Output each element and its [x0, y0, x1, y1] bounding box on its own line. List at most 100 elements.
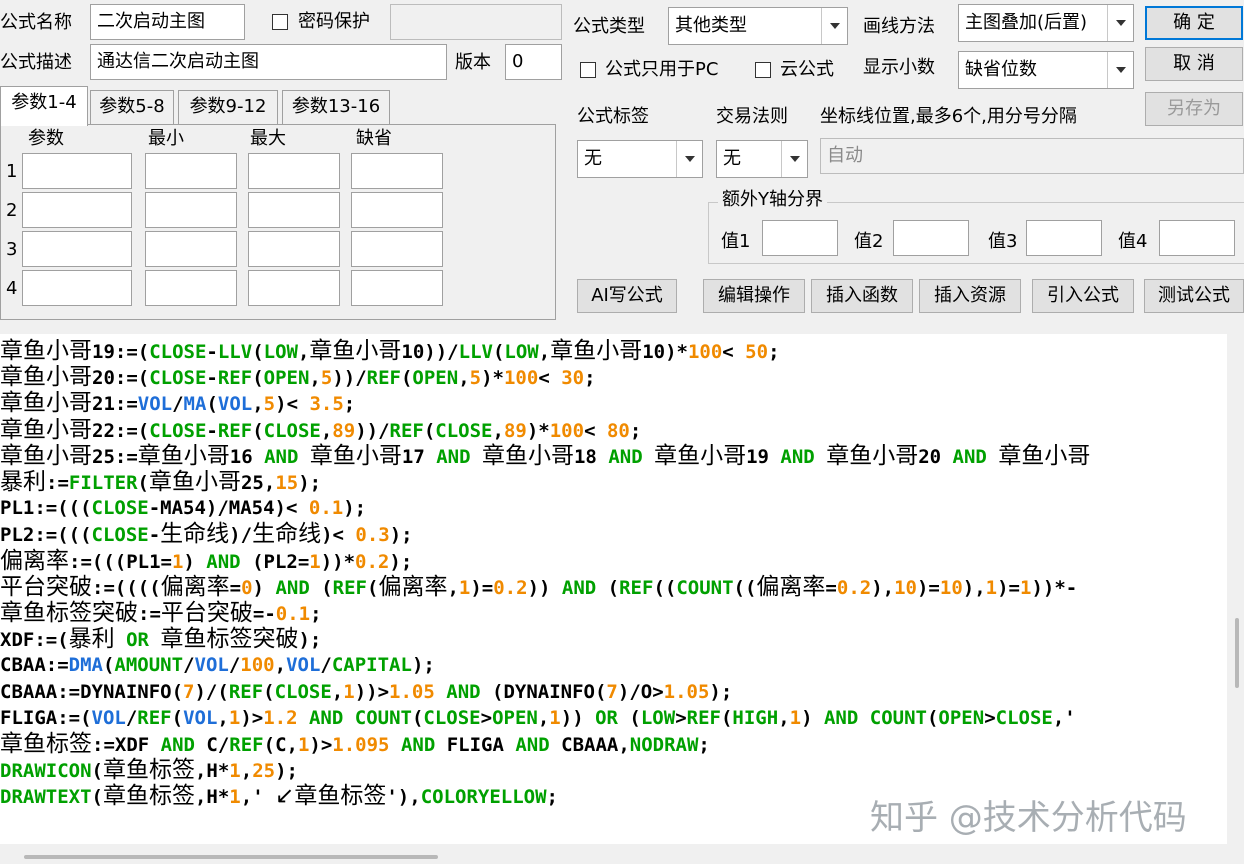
code-line[interactable]: 章鱼小哥22:=(CLOSE-REF(CLOSE,89))/REF(CLOSE,…: [0, 417, 641, 444]
draw-method-select[interactable]: 主图叠加(后置): [958, 4, 1134, 42]
param4-max-input[interactable]: [248, 270, 340, 306]
password-checkbox[interactable]: [272, 14, 288, 30]
y-value4-label: 值4: [1118, 231, 1148, 252]
horizontal-scrollbar-thumb[interactable]: [24, 855, 438, 859]
code-token: OPEN: [412, 367, 459, 390]
vertical-scrollbar[interactable]: [1227, 334, 1244, 844]
import-formula-button[interactable]: 引入公式: [1032, 279, 1134, 313]
code-token: 10: [894, 576, 917, 599]
code-token: COUNT: [676, 576, 734, 599]
param4-min-input[interactable]: [145, 270, 237, 306]
code-editor[interactable]: 章鱼小哥19:=(CLOSE-LLV(LOW,章鱼小哥10))/LLV(LOW,…: [0, 334, 1227, 844]
code-line[interactable]: 章鱼小哥21:=VOL/MA(VOL,5)< 3.5;: [0, 390, 355, 417]
ok-button[interactable]: 确 定: [1145, 6, 1243, 40]
code-token: ,: [537, 706, 550, 729]
chevron-down-icon[interactable]: [781, 141, 807, 177]
tab-params-1-4[interactable]: 参数1-4: [0, 86, 88, 126]
param2-default-input[interactable]: [351, 192, 443, 228]
y-value3-input[interactable]: [1026, 220, 1102, 256]
version-input[interactable]: 0: [505, 44, 562, 80]
param3-name-input[interactable]: [22, 231, 132, 267]
chevron-down-icon[interactable]: [821, 8, 847, 44]
formula-name-input[interactable]: 二次启动主图: [90, 4, 245, 40]
code-line[interactable]: 章鱼标签:=XDF AND C/REF(C,1)>1.095 AND FLIGA…: [0, 731, 710, 758]
param2-name-input[interactable]: [22, 192, 132, 228]
formula-name-label: 公式名称: [0, 12, 72, 33]
insert-function-button[interactable]: 插入函数: [811, 279, 913, 313]
insert-resource-button[interactable]: 插入资源: [919, 279, 1021, 313]
code-line[interactable]: PL2:=(((CLOSE-生命线)/生命线)< 0.3);: [0, 521, 413, 548]
code-line[interactable]: DRAWTEXT(章鱼标签,H*1,' ↙章鱼标签'),COLORYELLOW;: [0, 783, 558, 810]
code-line[interactable]: 章鱼小哥25:=章鱼小哥16 AND 章鱼小哥17 AND 章鱼小哥18 AND…: [0, 443, 1090, 470]
code-token: ): [183, 550, 207, 573]
y-value4-input[interactable]: [1159, 220, 1235, 256]
edit-operations-button[interactable]: 编辑操作: [703, 279, 805, 313]
pc-only-checkbox[interactable]: [580, 62, 596, 78]
decimals-select[interactable]: 缺省位数: [958, 51, 1134, 89]
code-token: LOW: [504, 341, 539, 363]
code-line[interactable]: FLIGA:=(VOL/REF(VOL,1)>1.2 AND COUNT(CLO…: [0, 705, 1076, 731]
formula-tag-select[interactable]: 无: [577, 140, 703, 178]
formula-type-select[interactable]: 其他类型: [668, 7, 848, 45]
code-token: ;: [629, 419, 642, 442]
vertical-scrollbar-thumb[interactable]: [1235, 618, 1239, 688]
code-line[interactable]: 章鱼小哥20:=(CLOSE-REF(OPEN,5))/REF(OPEN,5)*…: [0, 364, 596, 391]
code-token: AND: [308, 706, 344, 729]
code-line[interactable]: 章鱼标签突破:=平台突破=-0.1;: [0, 600, 322, 627]
code-token: CLOSE: [149, 367, 207, 390]
param1-max-input[interactable]: [248, 153, 340, 189]
param3-default-input[interactable]: [351, 231, 443, 267]
chevron-down-icon[interactable]: [1107, 52, 1133, 88]
code-token: 0.3: [355, 524, 390, 547]
param2-min-input[interactable]: [145, 192, 237, 228]
trade-rule-select[interactable]: 无: [716, 140, 808, 178]
tab-params-9-12[interactable]: 参数9-12: [178, 90, 278, 124]
code-line[interactable]: DRAWICON(章鱼标签,H*1,25);: [0, 757, 298, 784]
code-token: DRAWTEXT: [0, 786, 92, 809]
code-token: 章鱼小哥: [998, 442, 1091, 469]
param1-default-input[interactable]: [351, 153, 443, 189]
param3-min-input[interactable]: [145, 231, 237, 267]
param1-min-input[interactable]: [145, 153, 237, 189]
coord-line-input[interactable]: 自动: [820, 138, 1244, 174]
code-line[interactable]: XDF:=(暴利 OR 章鱼标签突破);: [0, 626, 321, 653]
param3-max-input[interactable]: [248, 231, 340, 267]
y-value2-input[interactable]: [893, 220, 969, 256]
code-token: NODRAW: [629, 734, 699, 756]
code-token: (章鱼标签,H*: [91, 783, 230, 810]
param1-name-input[interactable]: [22, 153, 132, 189]
code-line[interactable]: CBAAA:=DYNAINFO(7)/(REF(CLOSE,1))>1.05 A…: [0, 679, 732, 705]
code-token: ,: [240, 760, 253, 783]
code-line[interactable]: PL1:=(((CLOSE-MA54)/MA54)< 0.1);: [0, 495, 366, 521]
code-line[interactable]: CBAA:=DMA(AMOUNT/VOL/100,VOL/CAPITAL);: [0, 652, 435, 678]
code-token: REF: [332, 576, 367, 599]
code-line[interactable]: 偏离率:=(((PL1=1) AND (PL2=1))*0.2);: [0, 548, 412, 575]
code-token: AND: [608, 445, 643, 468]
code-line[interactable]: 暴利:=FILTER(章鱼小哥25,15);: [0, 469, 321, 496]
code-line[interactable]: 平台突破:=((((偏离率=0) AND (REF(偏离率,1)=0.2)) A…: [0, 574, 1077, 601]
code-line[interactable]: 章鱼小哥19:=(CLOSE-LLV(LOW,章鱼小哥10))/LLV(LOW,…: [0, 338, 780, 365]
param4-name-input[interactable]: [22, 270, 132, 306]
chevron-down-icon[interactable]: [676, 141, 702, 177]
code-token: 1: [171, 550, 184, 573]
code-token: PL1:=(((: [0, 497, 92, 520]
save-as-button[interactable]: 另存为: [1145, 92, 1243, 126]
formula-desc-input[interactable]: 通达信二次启动主图: [90, 44, 447, 80]
horizontal-scrollbar[interactable]: [0, 844, 1244, 864]
tab-params-13-16[interactable]: 参数13-16: [282, 90, 390, 124]
ai-write-formula-button[interactable]: AI写公式: [577, 279, 677, 313]
code-token: 1.05: [389, 680, 435, 703]
code-token: <: [722, 341, 746, 363]
password-input[interactable]: [390, 4, 562, 40]
param2-max-input[interactable]: [248, 192, 340, 228]
tab-params-5-8[interactable]: 参数5-8: [90, 90, 174, 124]
cloud-checkbox[interactable]: [755, 62, 771, 78]
y-value1-input[interactable]: [762, 220, 838, 256]
code-token: 100: [549, 419, 585, 442]
test-formula-button[interactable]: 测试公式: [1144, 279, 1244, 313]
chevron-down-icon[interactable]: [1107, 5, 1133, 41]
cancel-button[interactable]: 取 消: [1145, 47, 1243, 81]
param4-default-input[interactable]: [351, 270, 443, 306]
